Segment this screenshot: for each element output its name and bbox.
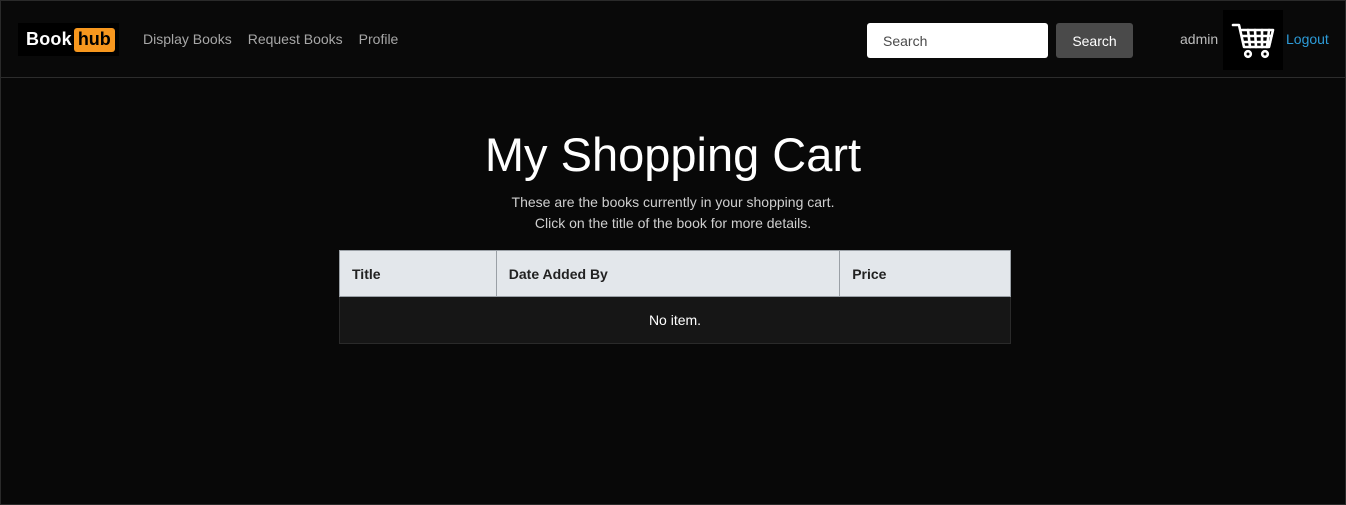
brand-logo-accent: hub: [73, 27, 115, 52]
table-row: No item.: [339, 296, 1011, 344]
nav-link-profile[interactable]: Profile: [359, 31, 399, 47]
cart-table: Title Date Added By Price No item.: [339, 250, 1011, 344]
nav-links: Display Books Request Books Profile: [143, 31, 398, 47]
navbar: Book hub Display Books Request Books Pro…: [1, 1, 1345, 78]
column-header-title: Title: [339, 250, 497, 297]
page-subtitle-line2: Click on the title of the book for more …: [534, 215, 812, 231]
empty-cart-message: No item.: [339, 296, 1011, 344]
nav-link-request-books[interactable]: Request Books: [248, 31, 343, 47]
page-subtitle-line1: These are the books currently in your sh…: [511, 194, 835, 210]
column-header-price: Price: [839, 250, 1011, 297]
brand-logo-text: Book: [26, 29, 72, 49]
search-button[interactable]: Search: [1056, 23, 1133, 58]
table-header-row: Title Date Added By Price: [339, 250, 1011, 297]
app-window: Book hub Display Books Request Books Pro…: [0, 0, 1346, 505]
brand-logo[interactable]: Book hub: [18, 23, 119, 56]
logout-link[interactable]: Logout: [1286, 31, 1329, 47]
shopping-cart-icon[interactable]: [1223, 10, 1283, 70]
nav-link-display-books[interactable]: Display Books: [143, 31, 232, 47]
search-input[interactable]: [867, 23, 1048, 58]
username: admin: [1180, 31, 1219, 47]
column-header-date-added: Date Added By: [495, 250, 841, 297]
page-title: My Shopping Cart: [484, 128, 862, 181]
